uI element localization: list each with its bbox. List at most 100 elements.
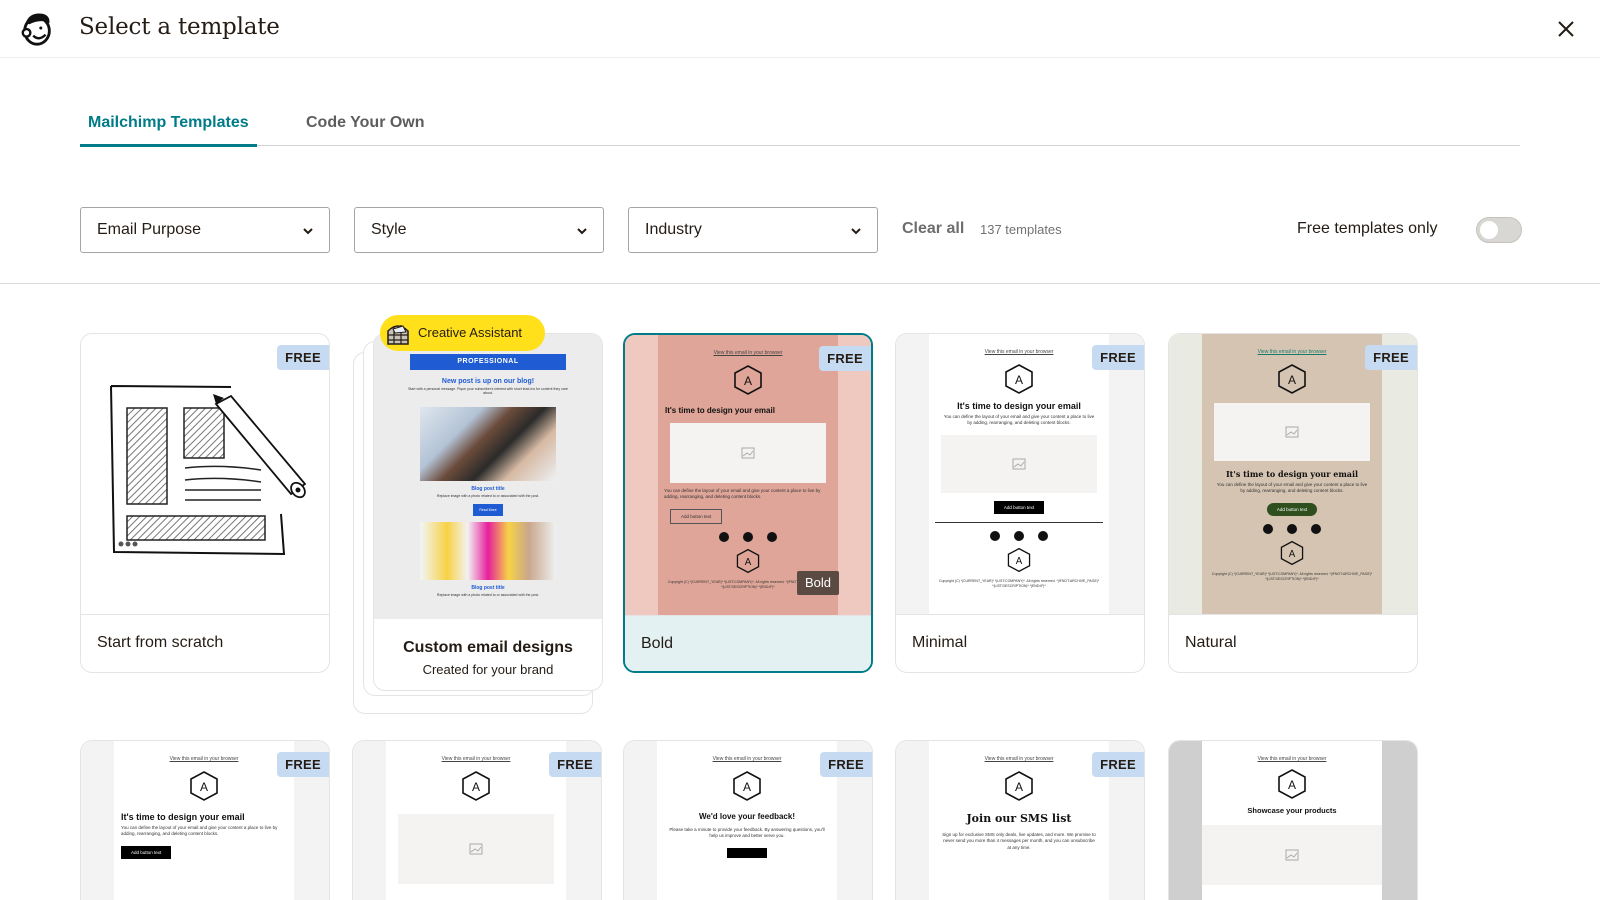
view-in-browser-link: View this email in your browser [713,350,783,356]
logo-hexagon-icon: A [734,365,762,395]
email-button: Add button text [670,508,723,524]
template-card[interactable]: FREE View this email in your browser A [352,740,602,900]
filter-bar: Email Purpose Style Industry Clear all 1… [0,207,1600,253]
preview-post-title: Blog post title [471,585,505,591]
instagram-icon [1287,523,1297,534]
professional-banner: PROFESSIONAL [410,354,566,370]
facebook-icon [990,530,1000,541]
template-card-natural[interactable]: FREE View this email in your browser A I… [1168,333,1418,673]
svg-text:A: A [1015,780,1023,794]
template-tabs: Mailchimp Templates Code Your Own [80,100,1520,147]
social-icons [929,530,1109,541]
image-placeholder [1214,403,1370,461]
page-title: Select a template [79,14,280,40]
free-templates-only-toggle[interactable] [1476,217,1522,243]
creative-assistant-preview: PROFESSIONAL New post is up on our blog!… [374,334,602,619]
logo-hexagon-icon: A [462,771,490,801]
template-preview: FREE View this email in your browser A I… [81,741,329,900]
chevron-down-icon [303,228,313,235]
social-icons [658,531,838,542]
tab-mailchimp-templates[interactable]: Mailchimp Templates [80,114,257,147]
image-icon [1285,849,1299,861]
image-placeholder [1202,825,1382,885]
facebook-icon [1263,523,1273,534]
email-divider [935,521,1103,523]
image-placeholder [670,423,826,483]
template-tooltip: Bold [797,571,839,595]
email-mockup: View this email in your browser A We'd l… [657,741,837,900]
view-in-browser-link: View this email in your browser [169,756,239,762]
svg-text:A: A [1015,373,1023,387]
top-bar: Select a template [0,0,1600,58]
email-heading: We'd love your feedback! [698,812,795,821]
creative-assistant-card[interactable]: PROFESSIONAL New post is up on our blog!… [373,333,603,691]
template-preview: View this email in your browser A Showca… [1169,741,1417,900]
svg-text:A: A [472,780,480,794]
preview-post-desc: Replace image with a photo related to or… [436,494,540,498]
image-icon [1285,426,1299,438]
free-badge: FREE [277,345,329,370]
email-body: You can define the layout of your email … [121,825,278,837]
email-body: Please take a minute to provide your fee… [669,827,825,839]
close-icon[interactable] [1553,16,1579,42]
view-in-browser-link: View this email in your browser [712,756,782,762]
tab-code-your-own[interactable]: Code Your Own [306,114,425,132]
template-card-start-from-scratch[interactable]: FREE Start from scratch [80,333,330,673]
email-button: Add button text [1266,502,1318,516]
svg-text:A: A [744,374,752,388]
x-icon [1038,530,1048,541]
view-in-browser-link: View this email in your browser [1257,756,1327,762]
logo-hexagon-icon: A [1005,771,1033,801]
free-badge: FREE [277,752,329,777]
logo-hexagon-icon: A [1007,547,1031,572]
template-card-footer: Minimal [896,614,1144,672]
email-purpose-label: Email Purpose [97,221,202,238]
svg-text:A: A [1289,549,1296,560]
email-body: Sign up for exclusive SMS only deals, li… [942,832,1096,850]
svg-text:A: A [1288,373,1296,387]
creative-assistant-pill: Creative Assistant [380,315,545,351]
template-preview: FREE [81,334,329,614]
template-card[interactable]: View this email in your browser A Showca… [1168,740,1418,900]
free-badge: FREE [1365,345,1417,370]
clear-all-button[interactable]: Clear all [902,220,964,238]
email-mockup: View this email in your browser A It's t… [929,334,1109,614]
free-badge: FREE [820,752,872,777]
style-select[interactable]: Style [354,207,604,253]
creative-assistant-title: Custom email designs [403,639,573,656]
section-divider [0,283,1600,284]
image-placeholder [941,434,1097,493]
email-heading: Showcase your products [1247,806,1337,815]
view-in-browser-link: View this email in your browser [984,756,1054,762]
creative-assistant-label: Creative Assistant [418,325,523,340]
svg-text:A: A [1288,778,1296,792]
view-in-browser-link: View this email in your browser [1257,349,1327,355]
template-card-footer: Start from scratch [81,614,329,672]
template-card-minimal[interactable]: FREE View this email in your browser A I… [895,333,1145,673]
email-body: You can define the layout of your email … [1216,482,1368,494]
logo-hexagon-icon: A [1278,364,1306,394]
template-preview: FREE View this email in your browser A I… [896,334,1144,614]
template-card[interactable]: FREE View this email in your browser A I… [80,740,330,900]
view-in-browser-link: View this email in your browser [984,349,1054,355]
creative-assistant-subtitle: Created for your brand [422,662,554,677]
chevron-down-icon [851,228,861,235]
hands-photo [420,407,556,481]
logo-hexagon-icon: A [1280,540,1304,565]
logo-hexagon-icon: A [733,771,761,801]
logo-hexagon-icon: A [190,771,218,801]
preview-heading: New post is up on our blog! [441,378,535,385]
mailchimp-logo-icon [21,13,51,46]
svg-text:A: A [1016,556,1023,567]
industry-select[interactable]: Industry [628,207,878,253]
email-body: You can define the layout of your email … [664,488,821,500]
image-icon [1012,458,1026,470]
instagram-icon [743,531,753,542]
template-name: Minimal [912,634,968,651]
email-body: You can define the layout of your email … [943,414,1095,426]
email-mockup: View this email in your browser A It's t… [1202,334,1382,614]
template-card-bold[interactable]: FREE View this email in your browser A I… [623,333,873,673]
template-card[interactable]: FREE View this email in your browser A J… [895,740,1145,900]
template-card[interactable]: FREE View this email in your browser A W… [623,740,873,900]
email-purpose-select[interactable]: Email Purpose [80,207,330,253]
